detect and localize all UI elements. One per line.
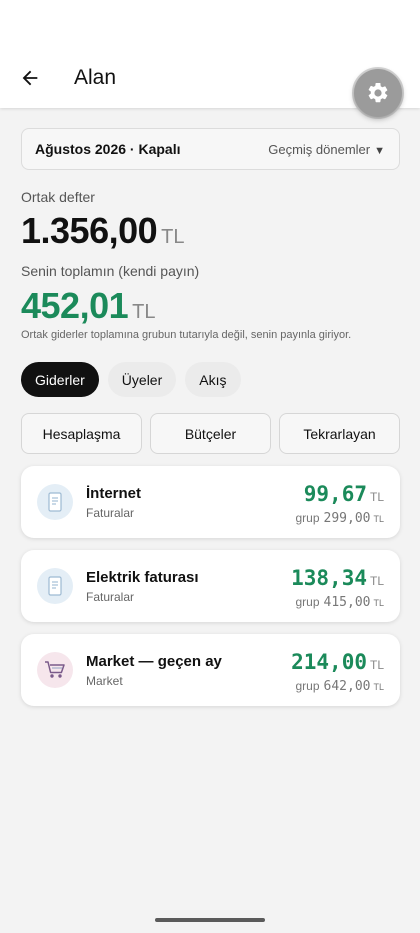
period-label: Ağustos 2026 · Kapalı [35, 141, 181, 157]
own-currency: TL [132, 301, 156, 323]
expense-amount-value: 99,67 [303, 482, 367, 506]
gear-icon [368, 82, 388, 103]
own-amount: 452,01 [21, 285, 129, 326]
settlement-button[interactable]: Hesaplaşma [21, 413, 142, 454]
period-selector: Ağustos 2026 · Kapalı Geçmiş dönemler ▼ [21, 128, 400, 170]
tab-expenses[interactable]: Giderler [21, 362, 99, 397]
tab-bar: Giderler Üyeler Akış [21, 362, 241, 397]
group-amount-value: 642,00 [323, 679, 371, 694]
caret-down-icon: ▼ [374, 144, 385, 157]
tab-flow[interactable]: Akış [185, 362, 241, 397]
history-link-label: Geçmiş dönemler [268, 141, 371, 157]
expense-category: Market [86, 674, 123, 688]
back-button[interactable] [16, 64, 44, 92]
own-total: 452,01 TL [21, 285, 155, 327]
home-indicator[interactable] [155, 918, 265, 922]
group-amount-currency: TL [373, 598, 384, 608]
tab-members[interactable]: Üyeler [107, 362, 177, 397]
arrow-left-icon [22, 70, 38, 86]
action-row: Hesaplaşma Bütçeler Tekrarlayan [21, 413, 400, 454]
group-amount-currency: TL [373, 682, 384, 692]
shared-currency: TL [161, 226, 185, 248]
expense-amount: 99,67 TL [304, 482, 384, 506]
shopping-cart-icon [37, 652, 73, 688]
expense-name: Elektrik faturası [86, 569, 199, 586]
group-label: grup [295, 511, 320, 525]
budgets-button[interactable]: Bütçeler [150, 413, 271, 454]
group-label: grup [295, 595, 320, 609]
expense-name: İnternet [86, 485, 142, 502]
settings-button[interactable] [354, 69, 402, 117]
group-amount: grup 299,00 TL [295, 511, 384, 526]
expense-amount: 138,34 TL [291, 566, 384, 590]
expense-amount-currency: TL [369, 658, 384, 672]
expense-category: Faturalar [86, 590, 135, 604]
group-amount-value: 299,00 [323, 511, 371, 526]
group-label: grup [295, 679, 320, 693]
group-amount-currency: TL [373, 514, 384, 524]
expense-amount-currency: TL [369, 574, 384, 588]
group-amount: grup 415,00 TL [295, 595, 384, 610]
expense-card[interactable]: İnternet Faturalar 99,67 TL grup 299,00 … [21, 466, 400, 538]
expense-amount: 214,00 TL [291, 650, 384, 674]
own-total-label: Senin toplamın (kendi payın) [21, 263, 200, 279]
page-title: Alan [74, 66, 117, 89]
receipt-icon [37, 568, 73, 604]
expense-card[interactable]: Elektrik faturası Faturalar 138,34 TL gr… [21, 550, 400, 622]
expense-category: Faturalar [86, 506, 135, 520]
expense-card[interactable]: Market — geçen ay Market 214,00 TL grup … [21, 634, 400, 706]
receipt-icon [37, 484, 73, 520]
history-link[interactable]: Geçmiş dönemler ▼ [268, 142, 385, 157]
shared-total: 1.356,00 TL [21, 210, 184, 252]
expense-name: Market — geçen ay [86, 653, 222, 670]
shared-ledger-label: Ortak defter [21, 189, 95, 205]
expense-amount-value: 214,00 [291, 650, 367, 674]
shared-amount: 1.356,00 [21, 210, 158, 251]
share-note: Ortak giderler toplamına grubun tutarıyl… [21, 329, 352, 341]
group-amount: grup 642,00 TL [295, 679, 384, 694]
group-amount-value: 415,00 [323, 595, 371, 610]
expense-amount-currency: TL [369, 490, 384, 504]
recurring-button[interactable]: Tekrarlayan [279, 413, 400, 454]
expense-amount-value: 138,34 [291, 566, 367, 590]
